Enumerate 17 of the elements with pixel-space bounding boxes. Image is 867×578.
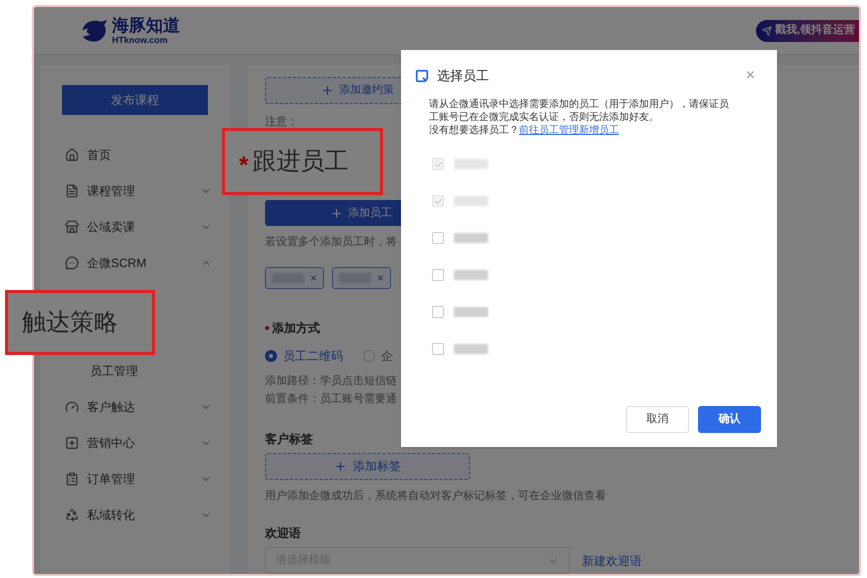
logo-name: 海豚知道	[112, 16, 180, 34]
precondition-text: 前置条件：员工账号需要通	[265, 392, 397, 408]
staff-hint: 若设置多个添加员工时，将	[265, 235, 397, 250]
note-label: 注意：	[265, 114, 298, 130]
tags-hint: 用户添加企微成功后，系统将自动对客户标记标签，可在企业微信查看	[265, 488, 606, 504]
welcome-label: 欢迎语	[265, 525, 301, 542]
add-path-text: 添加路径：学员点击短信链	[265, 374, 397, 389]
callout-text: 跟进员工	[252, 146, 348, 176]
required-asterisk: *	[239, 150, 248, 180]
dialog-description: 请从企微通讯录中选择需要添加的员工（用于添加用户），请保证员工账号已在企微完成实名认证，否则无法添加好友。	[429, 98, 730, 124]
callout-text: 触达策略	[22, 308, 118, 338]
dialog-title: 选择员工	[437, 67, 490, 86]
promo-text: 戳我,领抖音运营	[774, 22, 855, 38]
prompt-text: 没有想要选择员工？	[429, 124, 519, 137]
logo-domain: HTknow.com	[112, 36, 169, 44]
add-method-label: 添加方式	[272, 320, 320, 337]
customer-tags-label: 客户标签	[265, 430, 313, 448]
